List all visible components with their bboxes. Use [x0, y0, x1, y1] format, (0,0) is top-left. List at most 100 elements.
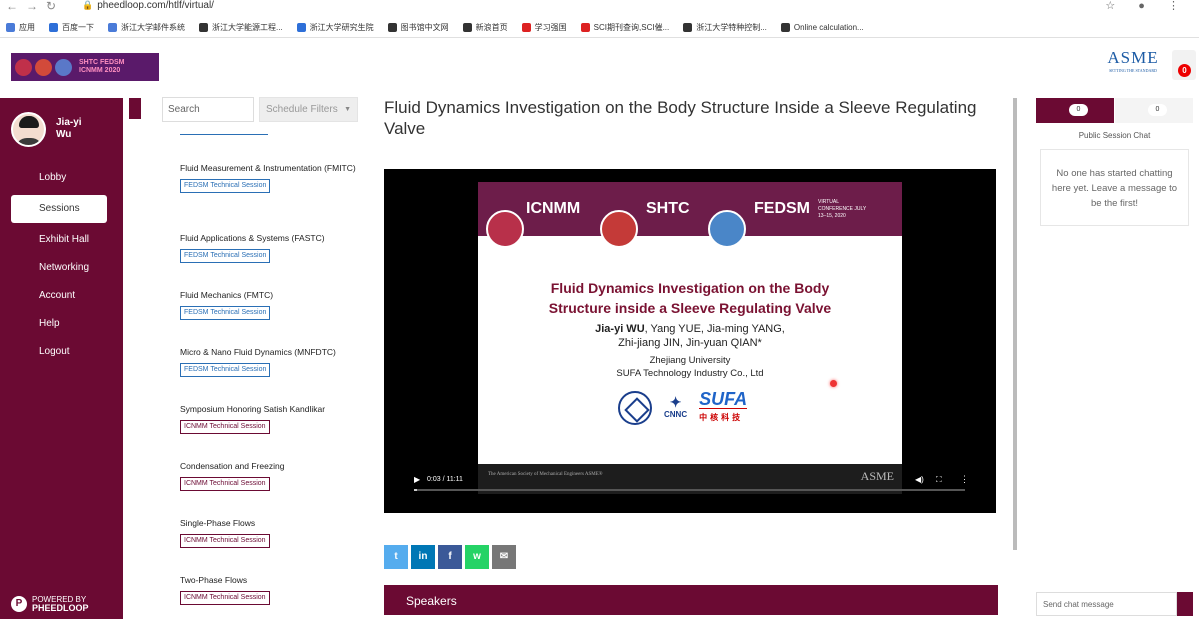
sidebar-collapse-handle[interactable] — [129, 98, 141, 119]
browser-chrome: ← → ↻ 🔒 pheedloop.com/htlf/virtual/ ☆ ● ⋮… — [0, 0, 1199, 38]
track-tag[interactable]: FEDSM Technical Session — [180, 363, 271, 377]
slide-first-author: Jia-yi WU — [595, 323, 645, 335]
track-tag[interactable]: ICNMM Technical Session — [180, 477, 270, 491]
facebook-share-button[interactable]: f — [438, 545, 462, 569]
sidebar-item-lobby[interactable]: Lobby — [11, 164, 107, 192]
bookmark-label: 百度一下 — [62, 22, 94, 32]
track-tag[interactable]: FEDSM Technical Session — [180, 249, 271, 263]
search-input[interactable] — [162, 97, 254, 122]
powered-by[interactable]: P POWERED BY PHEEDLOOP — [11, 595, 89, 613]
track-item[interactable]: Condensation and Freezing ICNMM Technical… — [180, 460, 365, 491]
chevron-down-icon: ▼ — [344, 106, 351, 113]
track-item[interactable]: Single-Phase Flows ICNMM Technical Sessio… — [180, 517, 365, 548]
track-list: Fluid Measurement & Instrumentation (FMI… — [180, 128, 365, 619]
chat-message-input[interactable] — [1036, 592, 1177, 616]
twitter-share-button[interactable]: t — [384, 545, 408, 569]
track-item[interactable]: Symposium Honoring Satish Kandlikar ICNMM… — [180, 403, 365, 434]
track-title: Condensation and Freezing — [180, 461, 285, 471]
bookmark-label: 浙江大学研究生院 — [309, 22, 374, 32]
sidebar-item-networking[interactable]: Networking — [11, 254, 107, 282]
volume-icon[interactable]: ◀) — [915, 475, 924, 484]
bookmark-item[interactable]: 浙江大学能源工程... — [199, 22, 283, 33]
fullscreen-icon[interactable]: ⛶ — [936, 475, 942, 485]
slide-title-line1: Fluid Dynamics Investigation on the Body — [550, 280, 830, 296]
pheedloop-icon: P — [11, 596, 27, 612]
browser-actions[interactable]: ☆ ● ⋮ — [1105, 0, 1189, 12]
email-share-button[interactable]: ✉ — [492, 545, 516, 569]
sidebar-item-exhibit-hall[interactable]: Exhibit Hall — [11, 226, 107, 254]
bookmark-item[interactable]: 百度一下 — [49, 22, 94, 33]
track-item[interactable]: Fluid Mechanics (FMTC) FEDSM Technical Se… — [180, 289, 365, 320]
chat-tabs: 0 0 — [1036, 98, 1193, 123]
notifications-button[interactable]: 0 — [1172, 50, 1196, 80]
sidebar-item-logout[interactable]: Logout — [11, 338, 107, 366]
slide-authors-line2: Zhi-jiang JIN, Jin-yuan QIAN* — [618, 337, 762, 349]
slide-authors: Jia-yi WU, Yang YUE, Jia-ming YANG, Zhi-… — [478, 322, 902, 350]
track-item[interactable]: Fluid Applications & Systems (FASTC) FEDS… — [180, 232, 365, 263]
conference-logo[interactable]: SHTC FEDSM ICNMM 2020 — [11, 53, 159, 81]
asme-logo-text: ASME — [1107, 48, 1159, 67]
sufa-logo: SUFA 中核科技 — [699, 390, 748, 427]
linkedin-share-button[interactable]: in — [411, 545, 435, 569]
track-tag[interactable]: FEDSM Technical Session — [180, 306, 271, 320]
schedule-filters-select[interactable]: Schedule Filters ▼ — [259, 97, 358, 122]
reload-icon[interactable]: ↻ — [46, 0, 56, 13]
whatsapp-share-button[interactable]: w — [465, 545, 489, 569]
track-tag[interactable]: ICNMM Technical Session — [180, 591, 270, 605]
slide-banner-note: VIRTUAL CONFERENCE JULY 13–15, 2020 — [818, 198, 867, 219]
play-icon[interactable]: ▶ — [414, 475, 420, 484]
sidebar-item-account[interactable]: Account — [11, 282, 107, 310]
cnnc-logo: ✦ CNNC — [664, 393, 688, 419]
user-profile[interactable]: Jia-yi Wu — [11, 112, 121, 148]
track-tag[interactable]: ICNMM Technical Session — [180, 420, 270, 434]
bookmark-item[interactable]: 浙江大学研究生院 — [296, 22, 374, 33]
track-tag[interactable]: FEDSM Technical Session — [180, 179, 271, 193]
bookmark-icon — [462, 22, 472, 32]
user-name-text: Jia-yi Wu — [56, 117, 82, 140]
track-tag[interactable]: ICNMM Technical Session — [180, 534, 270, 548]
back-icon[interactable]: ← — [6, 0, 18, 13]
bookmark-label: 浙江大学特种控制... — [696, 22, 767, 32]
main-scrollbar[interactable] — [1013, 98, 1017, 550]
track-title: Micro & Nano Fluid Dynamics (MNFDTC) — [180, 347, 336, 357]
bookmark-item[interactable]: 浙江大学特种控制... — [683, 22, 767, 33]
chat-send-button[interactable] — [1177, 592, 1193, 616]
sufa-logo-cn: 中核科技 — [699, 407, 748, 427]
notifications-count: 0 — [1178, 64, 1191, 77]
bookmark-icon — [521, 22, 531, 32]
tab-private-chat[interactable]: 0 — [1115, 98, 1193, 123]
sidebar-item-help[interactable]: Help — [11, 310, 107, 338]
bookmark-item[interactable]: 新浪首页 — [462, 22, 508, 33]
slide-banner: ICNMM SHTC FEDSM VIRTUAL CONFERENCE JULY… — [478, 182, 902, 248]
bookmark-item[interactable]: 应用 — [6, 22, 35, 33]
tab-public-chat[interactable]: 0 — [1036, 98, 1114, 123]
track-title: Symposium Honoring Satish Kandlikar — [180, 404, 326, 414]
url-field[interactable]: 🔒 pheedloop.com/htlf/virtual/ — [82, 0, 214, 11]
bookmark-item[interactable]: SCI期刊查询,SCI催... — [580, 22, 669, 33]
session-title: Fluid Dynamics Investigation on the Body… — [384, 98, 977, 138]
bookmark-item[interactable]: 学习强国 — [521, 22, 567, 33]
more-options-icon[interactable]: ⋮ — [960, 474, 969, 485]
share-buttons: t in f w ✉ — [384, 545, 516, 569]
logo-text-fedsm: FEDSM — [100, 59, 125, 66]
track-title: Fluid Applications & Systems (FASTC) — [180, 233, 325, 243]
asme-logo[interactable]: ASME SETTING THE STANDARD — [1106, 48, 1160, 80]
sidebar-item-sessions[interactable]: Sessions — [11, 195, 107, 223]
bookmark-label: 应用 — [19, 22, 35, 32]
track-item[interactable]: Fluid Measurement & Instrumentation (FMI… — [180, 162, 365, 193]
shtc-logo-icon — [35, 58, 52, 76]
bookmark-label: 浙江大学能源工程... — [212, 22, 283, 32]
track-item[interactable]: Micro & Nano Fluid Dynamics (MNFDTC) FEDS… — [180, 346, 365, 377]
track-item[interactable]: Two-Phase Flows ICNMM Technical Session — [180, 574, 365, 605]
logo-text-year: 2020 — [104, 67, 121, 74]
bookmark-item[interactable]: 图书馆中文网 — [387, 22, 449, 33]
speakers-section-header[interactable]: Speakers — [384, 585, 998, 615]
video-progress-bar[interactable] — [414, 489, 965, 491]
bookmark-item[interactable]: 浙江大学邮件系统 — [108, 22, 185, 33]
video-player[interactable]: ICNMM SHTC FEDSM VIRTUAL CONFERENCE JULY… — [384, 169, 996, 513]
bookmark-item[interactable]: Online calculation... — [780, 22, 864, 32]
slide-banner-fedsm: FEDSM — [754, 200, 810, 217]
forward-icon[interactable]: → — [26, 0, 38, 13]
slide-affiliation-2: SUFA Technology Industry Co., Ltd — [616, 368, 764, 379]
fedsm-logo-icon — [55, 58, 72, 76]
